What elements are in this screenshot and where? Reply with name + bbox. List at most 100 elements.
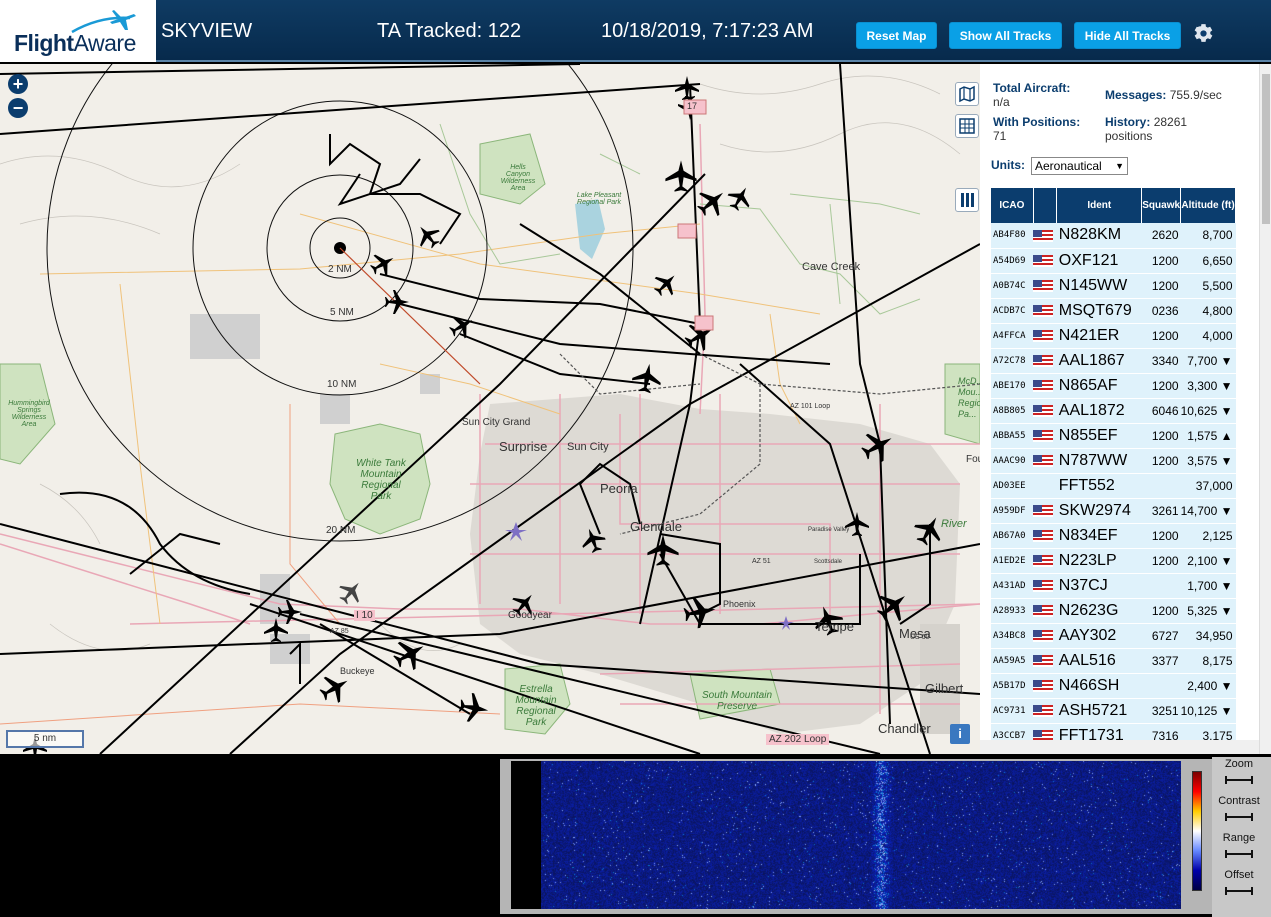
col-ident[interactable]: Ident bbox=[1056, 188, 1143, 223]
offset-slider[interactable] bbox=[1225, 887, 1253, 895]
cell-flag bbox=[1033, 498, 1057, 524]
us-flag-icon bbox=[1033, 230, 1054, 243]
table-row[interactable]: A959DF SKW2974 3261 14,700 ▼ bbox=[991, 498, 1236, 524]
table-row[interactable]: A28933 N2623G 1200 5,325 ▼ bbox=[991, 598, 1236, 624]
scrollbar-thumb[interactable] bbox=[1262, 74, 1270, 224]
cell-altitude: 10,125 ▼ bbox=[1180, 698, 1236, 724]
table-row[interactable]: AC9731 ASH5721 3251 10,125 ▼ bbox=[991, 698, 1236, 724]
table-row[interactable]: A8B805 AAL1872 6046 10,625 ▼ bbox=[991, 398, 1236, 424]
table-row[interactable]: ABE170 N865AF 1200 3,300 ▼ bbox=[991, 373, 1236, 399]
col-squawk[interactable]: Squawk bbox=[1141, 188, 1182, 223]
cell-altitude: 1,700 ▼ bbox=[1180, 573, 1236, 599]
cell-altitude: 37,000 bbox=[1180, 473, 1236, 499]
us-flag-icon bbox=[1033, 555, 1054, 568]
us-flag-icon bbox=[1033, 530, 1054, 543]
cell-ident: N865AF bbox=[1056, 373, 1142, 399]
zoom-in-button[interactable]: + bbox=[8, 74, 28, 94]
spectrogram-colorbar bbox=[1192, 771, 1202, 891]
map-layers-button[interactable] bbox=[955, 82, 979, 106]
cell-altitude: 4,000 bbox=[1180, 323, 1236, 349]
table-row[interactable]: AB4F80 N828KM 2620 8,700 bbox=[991, 223, 1236, 249]
table-row[interactable]: A5B17D N466SH 2,400 ▼ bbox=[991, 673, 1236, 699]
cell-altitude: 4,800 bbox=[1180, 298, 1236, 324]
table-row[interactable]: A54D69 OXF121 1200 6,650 bbox=[991, 248, 1236, 274]
contrast-slider[interactable] bbox=[1225, 813, 1253, 821]
zoom-out-button[interactable]: − bbox=[8, 98, 28, 118]
us-flag-icon bbox=[1033, 430, 1054, 443]
map-view[interactable]: + − 2 NM 5 NM 10 NM 20 NM Cave Creek Sun… bbox=[0, 64, 980, 754]
table-row[interactable]: AD03EE FFT552 37,000 bbox=[991, 473, 1236, 499]
table-row[interactable]: A1ED2E N223LP 1200 2,100 ▼ bbox=[991, 548, 1236, 574]
place-glendale: Glendale bbox=[630, 519, 683, 534]
cell-flag bbox=[1033, 223, 1057, 249]
spectrogram-canvas bbox=[541, 761, 1181, 909]
messages-stat: Messages: 755.9/sec bbox=[1105, 88, 1222, 102]
col-flag[interactable] bbox=[1033, 188, 1058, 223]
cell-ident: N828KM bbox=[1056, 223, 1142, 249]
reset-map-button[interactable]: Reset Map bbox=[856, 22, 937, 49]
gear-icon[interactable] bbox=[1191, 21, 1216, 46]
column-toggle-button[interactable] bbox=[955, 188, 979, 212]
cell-squawk bbox=[1141, 473, 1181, 499]
table-row[interactable]: ACDB7C MSQT679 0236 4,800 bbox=[991, 298, 1236, 324]
total-aircraft-label: Total Aircraft: bbox=[993, 81, 1071, 95]
place-sun-city: Sun City bbox=[567, 441, 609, 453]
aircraft-panel: Total Aircraft: n/a With Positions: 71 M… bbox=[980, 64, 1271, 754]
cell-altitude: 34,950 bbox=[1180, 623, 1236, 649]
table-row[interactable]: A34BC8 AAY302 6727 34,950 bbox=[991, 623, 1236, 649]
table-row[interactable]: AB67A0 N834EF 1200 2,125 bbox=[991, 523, 1236, 549]
cell-altitude: 6,650 bbox=[1180, 248, 1236, 274]
header-bar: FlightAware SKYVIEW TA Tracked: 122 10/1… bbox=[0, 0, 1271, 62]
cell-ident: MSQT679 bbox=[1056, 298, 1142, 324]
table-row[interactable]: A72C78 AAL1867 3340 7,700 ▼ bbox=[991, 348, 1236, 374]
place-mcdowell: McD... Mou... Regio... Pa... bbox=[958, 376, 980, 419]
cell-flag bbox=[1033, 623, 1057, 649]
cell-squawk bbox=[1141, 673, 1181, 699]
cell-ident: N145WW bbox=[1056, 273, 1142, 299]
zoom-slider[interactable] bbox=[1225, 776, 1253, 784]
ring-label-10nm: 10 NM bbox=[327, 379, 357, 390]
col-altitude[interactable]: Altitude (ft) bbox=[1180, 188, 1236, 223]
grid-icon bbox=[959, 118, 975, 134]
table-row[interactable]: ABBA55 N855EF 1200 1,575 ▲ bbox=[991, 423, 1236, 449]
cell-flag bbox=[1033, 698, 1057, 724]
cell-altitude: 5,325 ▼ bbox=[1180, 598, 1236, 624]
tracked-count: TA Tracked: 122 bbox=[377, 20, 522, 42]
cell-altitude: 8,175 bbox=[1180, 648, 1236, 674]
panel-scrollbar[interactable] bbox=[1259, 64, 1271, 754]
table-row[interactable]: AA59A5 AAL516 3377 8,175 bbox=[991, 648, 1236, 674]
history-label: History: bbox=[1105, 115, 1151, 129]
col-icao[interactable]: ICAO bbox=[991, 188, 1034, 223]
cell-ident: FFT552 bbox=[1056, 473, 1142, 499]
cell-altitude: 3,300 ▼ bbox=[1180, 373, 1236, 399]
table-row[interactable]: A0B74C N145WW 1200 5,500 bbox=[991, 273, 1236, 299]
cell-icao: A0B74C bbox=[991, 273, 1034, 299]
current-datetime: 10/18/2019, 7:17:23 AM bbox=[601, 20, 814, 42]
map-icon bbox=[959, 85, 975, 103]
cell-icao: A4FFCA bbox=[991, 323, 1034, 349]
aircraft-table: ICAO Ident Squawk Altitude (ft) AB4F80 N8… bbox=[991, 188, 1236, 749]
panel-horizontal-scrollbar[interactable] bbox=[980, 740, 1259, 754]
skyview-app: FlightAware SKYVIEW TA Tracked: 122 10/1… bbox=[0, 0, 1271, 917]
offset-label: Offset bbox=[1224, 869, 1254, 881]
cell-icao: ABE170 bbox=[991, 373, 1034, 399]
show-all-tracks-button[interactable]: Show All Tracks bbox=[949, 22, 1062, 49]
flightaware-logo[interactable]: FlightAware bbox=[0, 0, 156, 62]
history-stat: History: 28261 positions bbox=[1105, 115, 1187, 143]
range-slider[interactable] bbox=[1225, 850, 1253, 858]
cell-flag bbox=[1033, 598, 1057, 624]
table-row[interactable]: A4FFCA N421ER 1200 4,000 bbox=[991, 323, 1236, 349]
place-paradise-valley: Paradise Valley bbox=[808, 527, 850, 533]
table-row[interactable]: A431AD N37CJ 1,700 ▼ bbox=[991, 573, 1236, 599]
cell-ident: N787WW bbox=[1056, 448, 1142, 474]
grid-toggle-button[interactable] bbox=[955, 114, 979, 138]
map-info-button[interactable]: i bbox=[950, 724, 970, 744]
ring-label-5nm: 5 NM bbox=[330, 307, 354, 318]
table-row[interactable]: AAAC90 N787WW 1200 3,575 ▼ bbox=[991, 448, 1236, 474]
cell-squawk: 3340 bbox=[1141, 348, 1181, 374]
table-header-row: ICAO Ident Squawk Altitude (ft) bbox=[991, 188, 1236, 223]
units-select[interactable]: Aeronautical bbox=[1031, 157, 1128, 175]
hide-all-tracks-button[interactable]: Hide All Tracks bbox=[1074, 22, 1181, 49]
cell-altitude: 2,100 ▼ bbox=[1180, 548, 1236, 574]
cell-squawk: 3251 bbox=[1141, 698, 1181, 724]
